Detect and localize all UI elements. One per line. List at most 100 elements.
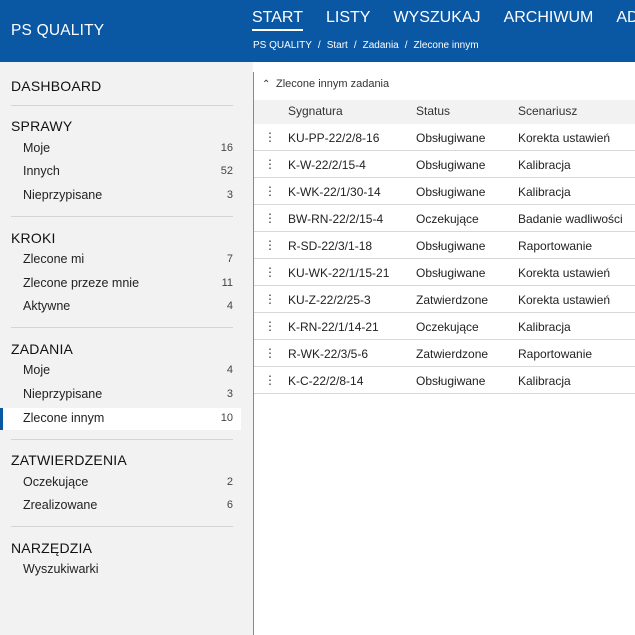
table-row[interactable]: ⋮ KU-Z-22/2/25-3 Zatwierdzone Korekta ustaw… <box>254 286 635 313</box>
breadcrumb-separator: / <box>317 40 321 51</box>
sidebar-gutter <box>241 62 253 635</box>
cell-sygnatura[interactable]: K-RN-22/1/14-21 <box>288 320 379 334</box>
breadcrumb-item[interactable]: Start <box>327 40 348 51</box>
kebab-menu-icon[interactable]: ⋮ <box>264 238 276 252</box>
cell-scenariusz: Korekta ustawień <box>518 266 611 280</box>
sidebar-item-count: 16 <box>220 142 233 154</box>
sidebar-item-narzedzia-wyszukiwarki[interactable]: Wyszukiwarki <box>0 559 241 581</box>
cell-scenariusz: Korekta ustawień <box>518 293 611 307</box>
sidebar-item-count: 52 <box>220 165 233 177</box>
cell-sygnatura[interactable]: K-W-22/2/15-4 <box>288 158 366 172</box>
cell-scenariusz: Korekta ustawień <box>518 131 611 145</box>
sidebar-heading-zadania: ZADANIA <box>11 341 74 357</box>
sidebar-item-kroki-aktywne[interactable]: Aktywne 4 <box>0 296 241 318</box>
cell-status: Zatwierdzone <box>416 293 489 307</box>
sidebar-dashboard[interactable]: DASHBOARD <box>11 78 101 94</box>
sidebar-heading-sprawy: SPRAWY <box>11 118 73 134</box>
sidebar-divider <box>11 327 233 328</box>
kebab-menu-icon[interactable]: ⋮ <box>264 319 276 333</box>
kebab-menu-icon[interactable]: ⋮ <box>264 130 276 144</box>
table-row[interactable]: ⋮ K-RN-22/1/14-21 Oczekujące Kalibracja <box>254 313 635 340</box>
cell-sygnatura[interactable]: KU-WK-22/1/15-21 <box>288 266 389 280</box>
cell-sygnatura[interactable]: KU-Z-22/2/25-3 <box>288 293 371 307</box>
column-header-scenariusz[interactable]: Scenariusz <box>518 104 577 118</box>
breadcrumb-item[interactable]: Zadania <box>363 40 399 51</box>
table-row[interactable]: ⋮ R-WK-22/3/5-6 Zatwierdzone Raportowanie <box>254 340 635 367</box>
sidebar-item-zatwierdzenia-oczekujace[interactable]: Oczekujące 2 <box>0 472 241 494</box>
sidebar-item-count: 10 <box>220 412 233 424</box>
column-header-sygnatura[interactable]: Sygnatura <box>288 104 343 118</box>
breadcrumb-current: Zlecone innym <box>413 40 479 51</box>
nav-listy[interactable]: LISTY <box>326 9 370 31</box>
table-row[interactable]: ⋮ BW-RN-22/2/15-4 Oczekujące Badanie wadliw… <box>254 205 635 232</box>
sidebar-item-sprawy-innych[interactable]: Innych 52 <box>0 161 241 183</box>
table-row[interactable]: ⋮ KU-PP-22/2/8-16 Obsługiwane Korekta ustaw… <box>254 124 635 151</box>
sidebar-item-label: Moje <box>23 141 51 155</box>
sidebar-item-kroki-zlecone-mi[interactable]: Zlecone mi 7 <box>0 249 241 271</box>
cell-scenariusz: Raportowanie <box>518 239 593 253</box>
breadcrumb: PS QUALITY / Start / Zadania / Zlecone innym <box>253 40 479 51</box>
sidebar-item-sprawy-nieprzypisane[interactable]: Nieprzypisane 3 <box>0 185 241 207</box>
cell-scenariusz: Kalibracja <box>518 158 571 172</box>
sidebar-item-zatwierdzenia-zrealizowane[interactable]: Zrealizowane 6 <box>0 495 241 517</box>
sidebar-heading-zatwierdzenia: ZATWIERDZENIA <box>11 452 127 468</box>
table-row[interactable]: ⋮ K-WK-22/1/30-14 Obsługiwane Kalibracja <box>254 178 635 205</box>
cell-scenariusz: Kalibracja <box>518 374 571 388</box>
task-table: ⋮ KU-PP-22/2/8-16 Obsługiwane Korekta ustaw… <box>254 124 635 394</box>
sidebar-item-count: 6 <box>226 499 233 511</box>
sidebar-item-label: Innych <box>23 164 60 178</box>
sidebar-item-zadania-nieprzypisane[interactable]: Nieprzypisane 3 <box>0 384 241 406</box>
nav-wyszukaj[interactable]: WYSZUKAJ <box>393 9 480 31</box>
breadcrumb-item[interactable]: PS QUALITY <box>253 40 312 51</box>
cell-scenariusz: Raportowanie <box>518 347 593 361</box>
kebab-menu-icon[interactable]: ⋮ <box>264 292 276 306</box>
sidebar-item-label: Zrealizowane <box>23 498 98 512</box>
nav-start[interactable]: START <box>252 9 303 31</box>
column-header-status[interactable]: Status <box>416 104 450 118</box>
table-row[interactable]: ⋮ KU-WK-22/1/15-21 Obsługiwane Korekta usta… <box>254 259 635 286</box>
cell-sygnatura[interactable]: K-WK-22/1/30-14 <box>288 185 381 199</box>
cell-sygnatura[interactable]: K-C-22/2/8-14 <box>288 374 363 388</box>
kebab-menu-icon[interactable]: ⋮ <box>264 184 276 198</box>
sidebar-item-sprawy-moje[interactable]: Moje 16 <box>0 138 241 160</box>
sidebar-item-label: Nieprzypisane <box>23 387 103 401</box>
kebab-menu-icon[interactable]: ⋮ <box>264 346 276 360</box>
sidebar-item-count: 2 <box>226 476 233 488</box>
nav-admin[interactable]: ADMIN <box>616 9 635 31</box>
kebab-menu-icon[interactable]: ⋮ <box>264 211 276 225</box>
table-row[interactable]: ⋮ K-C-22/2/8-14 Obsługiwane Kalibracja <box>254 367 635 394</box>
cell-sygnatura[interactable]: R-SD-22/3/1-18 <box>288 239 372 253</box>
nav-archiwum[interactable]: ARCHIWUM <box>504 9 594 31</box>
sidebar-divider <box>11 216 233 217</box>
sidebar-item-zadania-moje[interactable]: Moje 4 <box>0 360 241 382</box>
sidebar-item-label: Zlecone przeze mnie <box>23 276 140 290</box>
cell-status: Obsługiwane <box>416 158 486 172</box>
sidebar-divider <box>11 105 233 106</box>
kebab-menu-icon[interactable]: ⋮ <box>264 265 276 279</box>
sidebar-item-count: 4 <box>226 364 233 376</box>
sidebar-item-label: Nieprzypisane <box>23 188 103 202</box>
panel-header[interactable]: ⌃ Zlecone innym zadania <box>262 78 389 90</box>
cell-status: Zatwierdzone <box>416 347 489 361</box>
chevron-up-icon[interactable]: ⌃ <box>262 79 276 90</box>
breadcrumb-separator: / <box>353 40 357 51</box>
kebab-menu-icon[interactable]: ⋮ <box>264 157 276 171</box>
sidebar-heading-narzedzia: NARZĘDZIA <box>11 540 93 556</box>
sidebar: DASHBOARD SPRAWY Moje 16 Innych 52 Nieprzy… <box>0 62 241 635</box>
sidebar-item-kroki-zlecone-przeze-mnie[interactable]: Zlecone przeze mnie 11 <box>0 273 241 295</box>
app-title[interactable]: PS QUALITY <box>11 22 104 40</box>
sidebar-item-zadania-zlecone-innym[interactable]: Zlecone innym 10 <box>0 408 241 430</box>
table-row[interactable]: ⋮ R-SD-22/3/1-18 Obsługiwane Raportowanie <box>254 232 635 259</box>
cell-sygnatura[interactable]: BW-RN-22/2/15-4 <box>288 212 383 226</box>
table-row[interactable]: ⋮ K-W-22/2/15-4 Obsługiwane Kalibracja <box>254 151 635 178</box>
sidebar-item-count: 11 <box>221 277 233 289</box>
cell-sygnatura[interactable]: KU-PP-22/2/8-16 <box>288 131 379 145</box>
cell-scenariusz: Kalibracja <box>518 185 571 199</box>
sidebar-item-label: Oczekujące <box>23 475 89 489</box>
cell-status: Obsługiwane <box>416 239 486 253</box>
cell-sygnatura[interactable]: R-WK-22/3/5-6 <box>288 347 368 361</box>
kebab-menu-icon[interactable]: ⋮ <box>264 373 276 387</box>
cell-status: Obsługiwane <box>416 266 486 280</box>
panel-title: Zlecone innym zadania <box>276 78 390 90</box>
sidebar-item-count: 3 <box>226 189 233 201</box>
